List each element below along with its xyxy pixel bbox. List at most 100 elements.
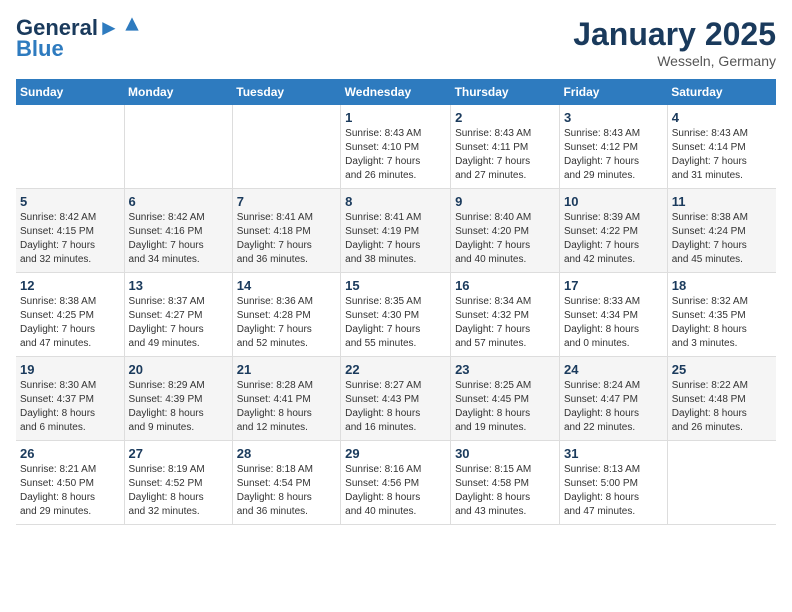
calendar-cell: 11Sunrise: 8:38 AM Sunset: 4:24 PM Dayli… [667, 189, 776, 273]
day-number: 31 [564, 446, 663, 461]
day-number: 18 [672, 278, 772, 293]
month-title: January 2025 [573, 16, 776, 53]
day-info: Sunrise: 8:25 AM Sunset: 4:45 PM Dayligh… [455, 379, 555, 435]
weekday-header-thursday: Thursday [451, 79, 560, 105]
day-number: 26 [20, 446, 120, 461]
day-number: 2 [455, 110, 555, 125]
calendar-cell: 4 Sunrise: 8:43 AM Sunset: 4:14 PM Daylig… [667, 105, 776, 189]
calendar-cell: 15Sunrise: 8:35 AM Sunset: 4:30 PM Dayli… [341, 273, 451, 357]
day-number: 25 [672, 362, 772, 377]
calendar-cell: 9Sunrise: 8:40 AM Sunset: 4:20 PM Daylig… [451, 189, 560, 273]
calendar-cell: 12 Sunrise: 8:38 AM Sunset: 4:25 PM Dayli… [16, 273, 124, 357]
day-info: Sunrise: 8:43 AM Sunset: 4:10 PM Dayligh… [345, 127, 446, 183]
day-info: Sunrise: 8:28 AM Sunset: 4:41 PM Dayligh… [237, 379, 336, 435]
calendar-cell: 31 Sunrise: 8:13 AM Sunset: 5:00 PM Dayli… [559, 441, 667, 525]
calendar-cell: 24Sunrise: 8:24 AM Sunset: 4:47 PM Dayli… [559, 357, 667, 441]
day-number: 27 [129, 446, 228, 461]
calendar-cell: 13 Sunrise: 8:37 AM Sunset: 4:27 PM Dayli… [124, 273, 232, 357]
week-row-5: 26 Sunrise: 8:21 AM Sunset: 4:50 PM Dayli… [16, 441, 776, 525]
day-info: Sunrise: 8:42 AM Sunset: 4:15 PM Dayligh… [20, 211, 120, 267]
calendar-cell [16, 105, 124, 189]
calendar-cell: 19 Sunrise: 8:30 AM Sunset: 4:37 PM Dayli… [16, 357, 124, 441]
day-number: 10 [564, 194, 663, 209]
week-row-2: 5 Sunrise: 8:42 AM Sunset: 4:15 PM Daylig… [16, 189, 776, 273]
day-number: 30 [455, 446, 555, 461]
calendar-cell: 7Sunrise: 8:41 AM Sunset: 4:18 PM Daylig… [232, 189, 340, 273]
calendar-cell: 26 Sunrise: 8:21 AM Sunset: 4:50 PM Dayli… [16, 441, 124, 525]
day-number: 19 [20, 362, 120, 377]
week-row-1: 1 Sunrise: 8:43 AM Sunset: 4:10 PM Daylig… [16, 105, 776, 189]
calendar-cell: 21 Sunrise: 8:28 AM Sunset: 4:41 PM Dayli… [232, 357, 340, 441]
weekday-header-tuesday: Tuesday [232, 79, 340, 105]
weekday-header-row: SundayMondayTuesdayWednesdayThursdayFrid… [16, 79, 776, 105]
day-info: Sunrise: 8:35 AM Sunset: 4:30 PM Dayligh… [345, 295, 446, 351]
day-number: 16 [455, 278, 555, 293]
weekday-header-saturday: Saturday [667, 79, 776, 105]
day-number: 1 [345, 110, 446, 125]
weekday-header-wednesday: Wednesday [341, 79, 451, 105]
calendar-cell: 5 Sunrise: 8:42 AM Sunset: 4:15 PM Daylig… [16, 189, 124, 273]
day-info: Sunrise: 8:41 AM Sunset: 4:19 PM Dayligh… [345, 211, 446, 267]
day-number: 5 [20, 194, 120, 209]
day-number: 17 [564, 278, 663, 293]
day-number: 28 [237, 446, 336, 461]
day-info: Sunrise: 8:13 AM Sunset: 5:00 PM Dayligh… [564, 463, 663, 519]
title-block: January 2025 Wesseln, Germany [573, 16, 776, 69]
day-info: Sunrise: 8:37 AM Sunset: 4:27 PM Dayligh… [129, 295, 228, 351]
day-number: 29 [345, 446, 446, 461]
calendar-table: SundayMondayTuesdayWednesdayThursdayFrid… [16, 79, 776, 525]
calendar-cell: 6 Sunrise: 8:42 AM Sunset: 4:16 PM Daylig… [124, 189, 232, 273]
day-info: Sunrise: 8:43 AM Sunset: 4:11 PM Dayligh… [455, 127, 555, 183]
day-info: Sunrise: 8:27 AM Sunset: 4:43 PM Dayligh… [345, 379, 446, 435]
location: Wesseln, Germany [573, 53, 776, 69]
day-info: Sunrise: 8:32 AM Sunset: 4:35 PM Dayligh… [672, 295, 772, 351]
day-number: 9 [455, 194, 555, 209]
calendar-cell: 2 Sunrise: 8:43 AM Sunset: 4:11 PM Daylig… [451, 105, 560, 189]
day-number: 13 [129, 278, 228, 293]
day-info: Sunrise: 8:19 AM Sunset: 4:52 PM Dayligh… [129, 463, 228, 519]
day-info: Sunrise: 8:16 AM Sunset: 4:56 PM Dayligh… [345, 463, 446, 519]
week-row-4: 19 Sunrise: 8:30 AM Sunset: 4:37 PM Dayli… [16, 357, 776, 441]
day-number: 21 [237, 362, 336, 377]
day-number: 8 [345, 194, 446, 209]
day-number: 12 [20, 278, 120, 293]
day-info: Sunrise: 8:43 AM Sunset: 4:14 PM Dayligh… [672, 127, 772, 183]
calendar-cell: 27 Sunrise: 8:19 AM Sunset: 4:52 PM Dayli… [124, 441, 232, 525]
day-number: 3 [564, 110, 663, 125]
page-header: General► Blue January 2025 Wesseln, Germ… [16, 16, 776, 69]
day-number: 20 [129, 362, 228, 377]
day-info: Sunrise: 8:43 AM Sunset: 4:12 PM Dayligh… [564, 127, 663, 183]
day-info: Sunrise: 8:18 AM Sunset: 4:54 PM Dayligh… [237, 463, 336, 519]
day-number: 23 [455, 362, 555, 377]
day-info: Sunrise: 8:30 AM Sunset: 4:37 PM Dayligh… [20, 379, 120, 435]
logo-icon [122, 14, 142, 34]
week-row-3: 12 Sunrise: 8:38 AM Sunset: 4:25 PM Dayli… [16, 273, 776, 357]
calendar-cell: 10 Sunrise: 8:39 AM Sunset: 4:22 PM Dayli… [559, 189, 667, 273]
day-info: Sunrise: 8:34 AM Sunset: 4:32 PM Dayligh… [455, 295, 555, 351]
calendar-cell: 28 Sunrise: 8:18 AM Sunset: 4:54 PM Dayli… [232, 441, 340, 525]
logo: General► Blue [16, 16, 142, 62]
calendar-cell: 22Sunrise: 8:27 AM Sunset: 4:43 PM Dayli… [341, 357, 451, 441]
weekday-header-friday: Friday [559, 79, 667, 105]
calendar-cell: 17 Sunrise: 8:33 AM Sunset: 4:34 PM Dayli… [559, 273, 667, 357]
day-info: Sunrise: 8:38 AM Sunset: 4:25 PM Dayligh… [20, 295, 120, 351]
day-info: Sunrise: 8:39 AM Sunset: 4:22 PM Dayligh… [564, 211, 663, 267]
day-info: Sunrise: 8:42 AM Sunset: 4:16 PM Dayligh… [129, 211, 228, 267]
calendar-cell [124, 105, 232, 189]
day-info: Sunrise: 8:15 AM Sunset: 4:58 PM Dayligh… [455, 463, 555, 519]
calendar-cell: 16 Sunrise: 8:34 AM Sunset: 4:32 PM Dayli… [451, 273, 560, 357]
day-number: 24 [564, 362, 663, 377]
weekday-header-monday: Monday [124, 79, 232, 105]
calendar-cell: 3 Sunrise: 8:43 AM Sunset: 4:12 PM Daylig… [559, 105, 667, 189]
day-info: Sunrise: 8:33 AM Sunset: 4:34 PM Dayligh… [564, 295, 663, 351]
calendar-cell [232, 105, 340, 189]
calendar-cell: 30 Sunrise: 8:15 AM Sunset: 4:58 PM Dayli… [451, 441, 560, 525]
weekday-header-sunday: Sunday [16, 79, 124, 105]
day-info: Sunrise: 8:38 AM Sunset: 4:24 PM Dayligh… [672, 211, 772, 267]
calendar-cell: 8 Sunrise: 8:41 AM Sunset: 4:19 PM Daylig… [341, 189, 451, 273]
day-info: Sunrise: 8:21 AM Sunset: 4:50 PM Dayligh… [20, 463, 120, 519]
day-number: 4 [672, 110, 772, 125]
calendar-cell: 1 Sunrise: 8:43 AM Sunset: 4:10 PM Daylig… [341, 105, 451, 189]
calendar-cell: 29 Sunrise: 8:16 AM Sunset: 4:56 PM Dayli… [341, 441, 451, 525]
day-number: 6 [129, 194, 228, 209]
